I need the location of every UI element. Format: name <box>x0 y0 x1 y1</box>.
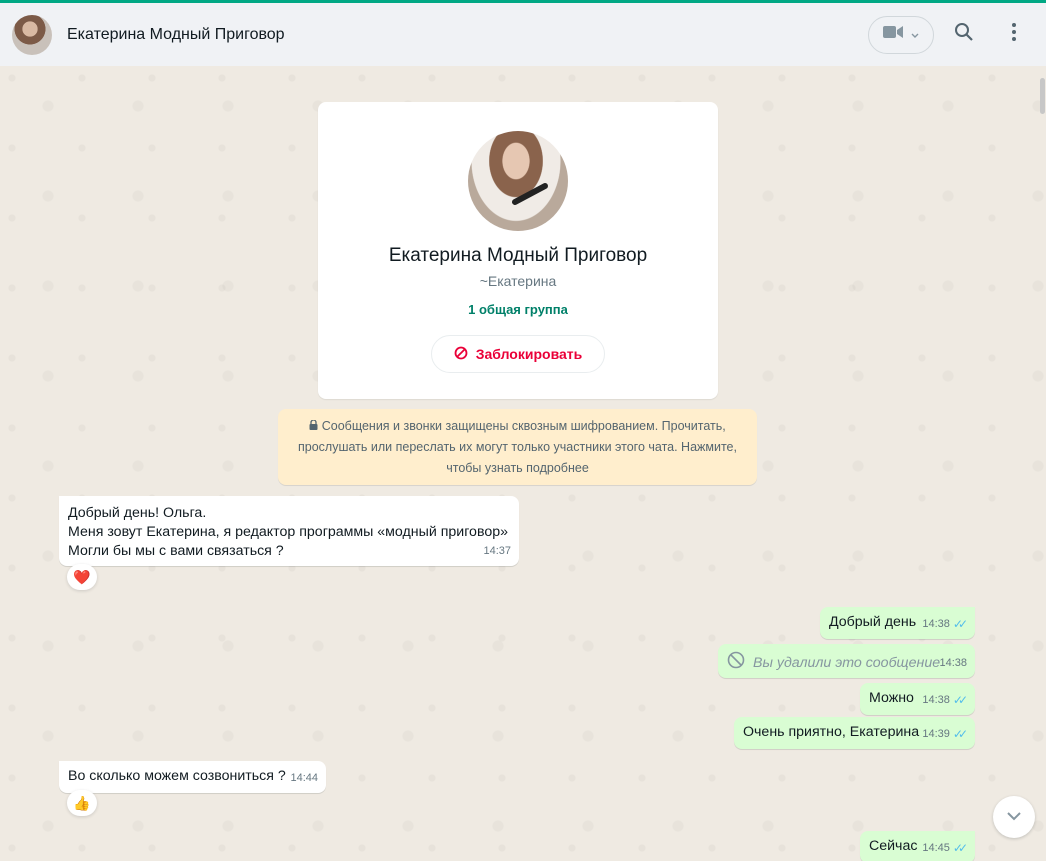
scrollbar-thumb[interactable] <box>1040 78 1045 114</box>
block-button[interactable]: Заблокировать <box>431 335 605 373</box>
double-check-icon: ✓✓ <box>952 727 968 741</box>
double-check-icon: ✓✓ <box>952 617 968 631</box>
chat-area[interactable]: Екатерина Модный Приговор ~Екатерина 1 о… <box>0 66 1046 861</box>
video-call-button[interactable] <box>868 15 934 54</box>
message-text-line: Добрый день! Ольга. <box>68 505 207 521</box>
message-text: Во сколько можем созвониться ? <box>68 768 286 784</box>
reaction-badge[interactable]: 👍 <box>67 790 97 816</box>
message-time: 14:37 <box>483 542 511 561</box>
chevron-down-icon <box>1006 808 1022 826</box>
contact-alias: ~Екатерина <box>479 273 557 289</box>
time-text: 14:38 <box>939 657 967 669</box>
double-check-icon: ✓✓ <box>952 841 968 855</box>
double-check-icon: ✓✓ <box>952 693 968 707</box>
contact-avatar-large[interactable] <box>468 131 568 231</box>
encryption-notice-text: Сообщения и звонки защищены сквозным шиф… <box>298 419 737 475</box>
message-text-line: Могли бы мы с вами связаться ? <box>68 543 284 559</box>
scrollbar[interactable] <box>1038 68 1046 858</box>
message-text: Можно <box>869 690 914 706</box>
message-text: Добрый день <box>829 614 917 630</box>
message-bubble-outgoing[interactable]: Очень приятно, Екатерина 14:39 ✓✓ <box>734 717 975 749</box>
message-bubble-outgoing[interactable]: Можно 14:38 ✓✓ <box>860 683 975 715</box>
deleted-icon <box>727 651 745 675</box>
message-time: 14:39 ✓✓ <box>922 725 968 744</box>
message-bubble-incoming[interactable]: Во сколько можем созвониться ? 14:44 <box>59 761 326 793</box>
chat-header: Екатерина Модный Приговор <box>0 3 1046 66</box>
contact-info-card: Екатерина Модный Приговор ~Екатерина 1 о… <box>318 102 718 399</box>
message-text: Сейчас <box>869 838 918 854</box>
block-icon <box>454 346 468 363</box>
message-bubble-incoming[interactable]: Добрый день! Ольга. Меня зовут Екатерина… <box>59 496 519 566</box>
message-text-line: Меня зовут Екатерина, я редактор програм… <box>68 524 508 540</box>
contact-name: Екатерина Модный Приговор <box>388 245 648 266</box>
encryption-notice[interactable]: Сообщения и звонки защищены сквозным шиф… <box>278 409 757 485</box>
deleted-message-text: Вы удалили это сообщение <box>753 654 941 671</box>
video-call-icon <box>883 25 903 44</box>
common-groups-link[interactable]: 1 общая группа <box>318 302 718 317</box>
thumbs-up-reaction-icon: 👍 <box>73 794 91 811</box>
menu-icon <box>1011 22 1017 47</box>
header-actions <box>868 15 1034 55</box>
search-button[interactable] <box>944 15 984 55</box>
time-text: 14:37 <box>483 545 511 557</box>
scroll-to-bottom-button[interactable] <box>993 796 1035 838</box>
search-icon <box>954 22 974 47</box>
time-text: 14:45 <box>922 842 950 854</box>
time-text: 14:38 <box>922 618 950 630</box>
message-time: 14:38 <box>939 654 967 673</box>
message-time: 14:45 ✓✓ <box>922 839 968 858</box>
time-text: 14:44 <box>290 772 318 784</box>
lock-icon <box>309 419 321 433</box>
message-bubble-deleted[interactable]: Вы удалили это сообщение 14:38 <box>718 644 975 678</box>
chat-title[interactable]: Екатерина Модный Приговор <box>67 26 285 44</box>
menu-button[interactable] <box>994 15 1034 55</box>
deleted-message: Вы удалили это сообщение <box>727 651 966 675</box>
message-bubble-outgoing[interactable]: Сейчас 14:45 ✓✓ <box>860 831 975 861</box>
reaction-badge[interactable]: ❤️ <box>67 564 97 590</box>
time-text: 14:39 <box>922 728 950 740</box>
contact-avatar[interactable] <box>12 14 52 55</box>
message-time: 14:38 ✓✓ <box>922 691 968 710</box>
message-time: 14:38 ✓✓ <box>922 615 968 634</box>
heart-reaction-icon: ❤️ <box>73 568 91 585</box>
block-label: Заблокировать <box>475 346 583 362</box>
message-time: 14:44 <box>290 769 318 788</box>
message-bubble-outgoing[interactable]: Добрый день 14:38 ✓✓ <box>820 607 975 639</box>
chevron-down-icon <box>911 26 919 44</box>
message-text: Очень приятно, Екатерина <box>743 724 920 740</box>
time-text: 14:38 <box>922 694 950 706</box>
